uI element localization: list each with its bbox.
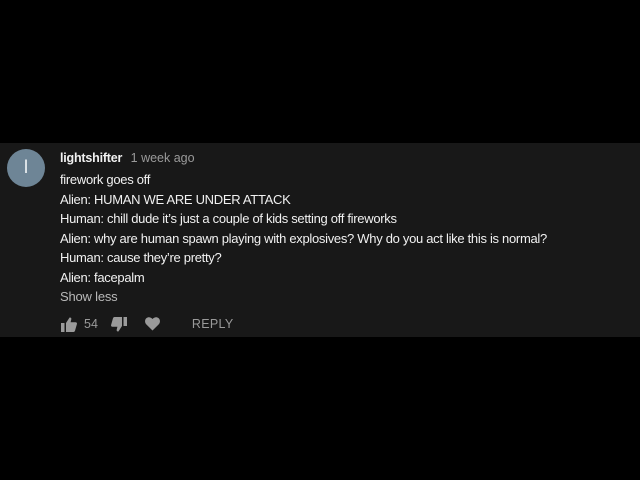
comment-line: Alien: facepalm (60, 269, 145, 285)
comment-timestamp[interactable]: 1 week ago (131, 151, 195, 165)
comment-line: Human: cause they’re pretty? (60, 250, 222, 265)
comment-line: Human: chill dude it’s just a couple of … (60, 211, 397, 226)
comment-line: Alien: HUMAN WE ARE UNDER ATTACK (60, 191, 291, 207)
comment-panel: I lightshifter 1 week ago firework goes … (0, 143, 640, 337)
comment-text: firework goes off Alien: HUMAN WE ARE UN… (60, 170, 630, 287)
comment-header: lightshifter 1 week ago (60, 148, 630, 168)
comment-body: lightshifter 1 week ago firework goes of… (60, 148, 630, 306)
video-frame: I lightshifter 1 week ago firework goes … (0, 0, 640, 480)
thumbs-down-icon[interactable] (110, 315, 128, 333)
avatar-letter: I (23, 157, 29, 178)
like-count: 54 (84, 317, 98, 331)
heart-icon[interactable] (144, 315, 162, 333)
comment-line: Alien: why are human spawn playing with … (60, 230, 547, 246)
author-name[interactable]: lightshifter (60, 151, 122, 165)
comment-line: firework goes off (60, 172, 151, 187)
comment-action-bar: 54 REPLY (60, 314, 233, 334)
show-less-button[interactable]: Show less (60, 287, 118, 306)
reply-button[interactable]: REPLY (192, 317, 234, 331)
avatar[interactable]: I (7, 149, 45, 187)
thumbs-up-icon[interactable] (60, 315, 78, 333)
